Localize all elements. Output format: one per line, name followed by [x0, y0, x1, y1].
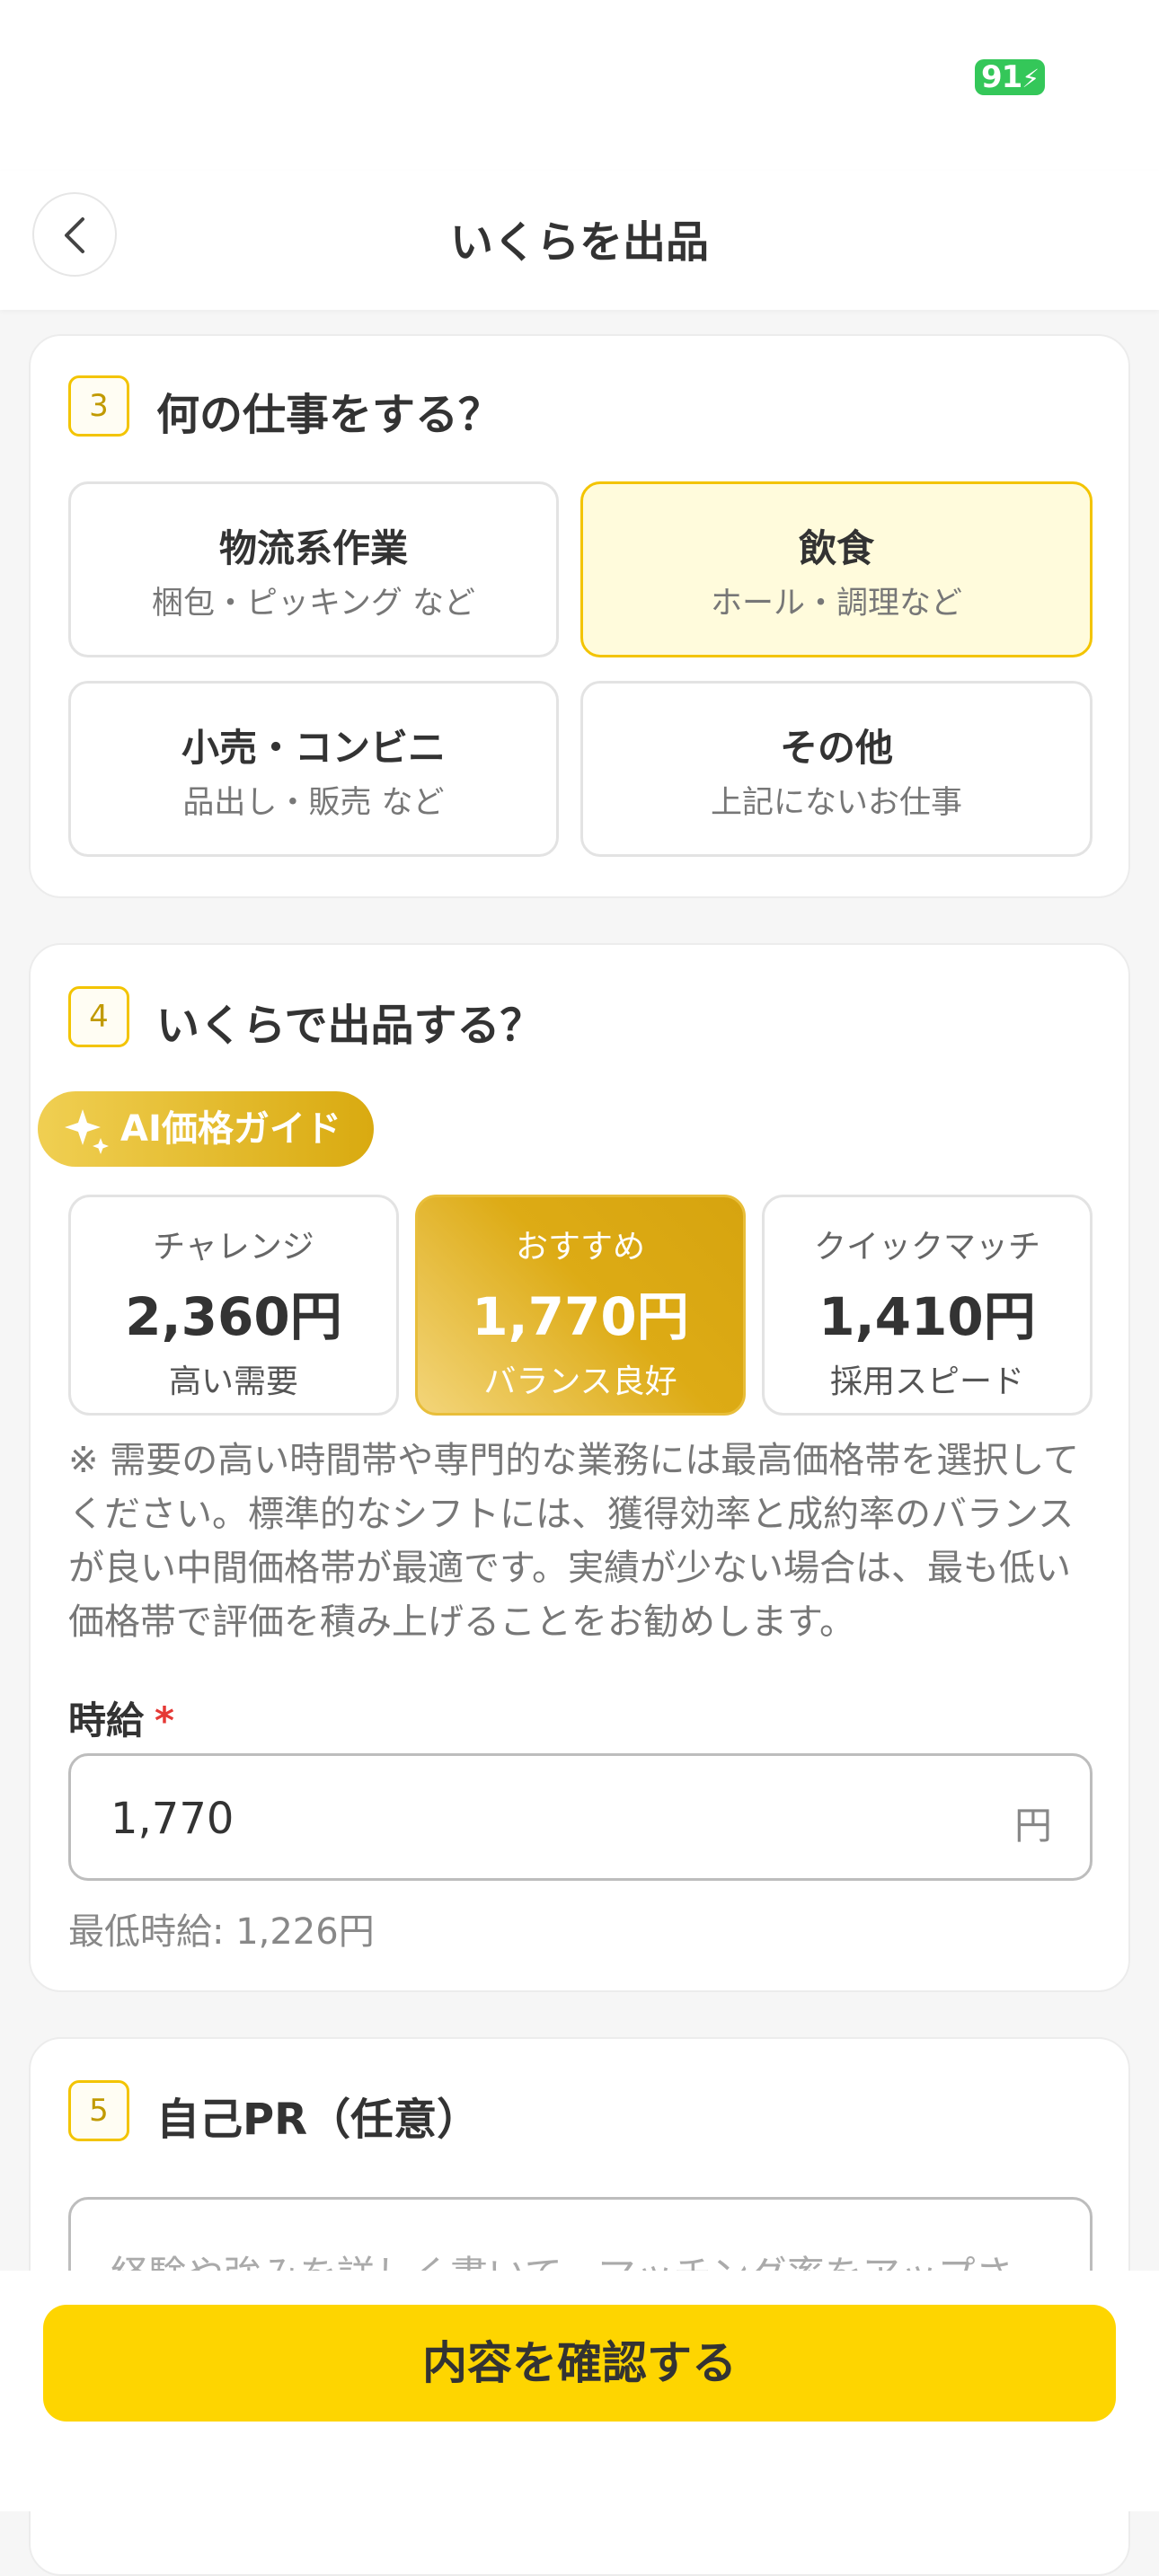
option-subtitle: 梱包・ピッキング など [151, 586, 476, 622]
job-option-food[interactable]: 飲食 ホール・調理など [580, 481, 1093, 657]
job-option-logistics[interactable]: 物流系作業 梱包・ピッキング など [68, 481, 559, 657]
price-label: クイックマッチ [813, 1229, 1040, 1266]
option-title: 物流系作業 [218, 526, 408, 570]
price-note: バランス良好 [483, 1363, 677, 1400]
option-title: 小売・コンビニ [181, 726, 446, 770]
step-title: いくらで出品する？ [156, 1001, 544, 1051]
price-note: 高い需要 [168, 1363, 298, 1400]
ai-price-guide-badge: AI価格ガイド [38, 1091, 374, 1167]
option-subtitle: 上記にないお仕事 [710, 785, 962, 821]
hourly-rate-label-text: 時給 [68, 1698, 145, 1742]
currency-unit: 円 [1013, 1804, 1052, 1848]
option-subtitle: 品出し・販売 など [182, 785, 445, 821]
page-title: いくらを出品 [449, 217, 709, 268]
battery-level: 91 [981, 59, 1022, 95]
price-option-recommended[interactable]: おすすめ 1,770円 バランス良好 [415, 1195, 746, 1416]
price-note: 採用スピード [829, 1363, 1024, 1400]
price-label: チャレンジ [153, 1229, 314, 1266]
price-amount: 1,770円 [472, 1286, 689, 1347]
sparkle-icon [65, 1109, 109, 1154]
status-bar: 91⚡ [0, 0, 1159, 171]
bottom-action-bar: 内容を確認する [0, 2271, 1159, 2511]
option-title: その他 [779, 726, 893, 770]
required-mark: * [155, 1698, 174, 1742]
option-title: 飲食 [798, 526, 874, 570]
ai-badge-label: AI価格ガイド [120, 1108, 341, 1150]
confirm-button[interactable]: 内容を確認する [43, 2305, 1116, 2422]
charging-bolt-icon: ⚡ [1022, 64, 1040, 93]
option-subtitle: ホール・調理など [710, 586, 962, 622]
step-title: 自己PR（任意） [156, 2095, 481, 2145]
minimum-rate-text: 最低時給: 1,226円 [68, 1911, 375, 1953]
pricing-guidance-note: ※ 需要の高い時間帯や専門的な業務には最高価格帯を選択してください。標準的なシフ… [68, 1440, 1080, 1643]
step-title: 何の仕事をする？ [156, 390, 502, 440]
header: いくらを出品 [0, 171, 1159, 310]
price-option-quick-match[interactable]: クイックマッチ 1,410円 採用スピード [762, 1195, 1093, 1416]
hourly-rate-label: 時給 * [68, 1690, 174, 1745]
step-number-badge: 4 [68, 986, 129, 1047]
job-option-retail[interactable]: 小売・コンビニ 品出し・販売 など [68, 681, 559, 857]
price-option-challenge[interactable]: チャレンジ 2,360円 高い需要 [68, 1195, 399, 1416]
price-label: おすすめ [515, 1229, 645, 1266]
price-amount: 1,410円 [818, 1286, 1036, 1347]
hourly-rate-input[interactable]: 1,770 円 [68, 1753, 1093, 1881]
step-number-badge: 3 [68, 375, 129, 437]
hourly-rate-value: 1,770 [111, 1794, 234, 1844]
job-option-other[interactable]: その他 上記にないお仕事 [580, 681, 1093, 857]
battery-indicator: 91⚡ [975, 59, 1045, 95]
price-amount: 2,360円 [125, 1286, 342, 1347]
job-type-card: 3 何の仕事をする？ 物流系作業 梱包・ピッキング など 飲食 ホール・調理など… [29, 334, 1130, 898]
step-number-badge: 5 [68, 2080, 129, 2141]
